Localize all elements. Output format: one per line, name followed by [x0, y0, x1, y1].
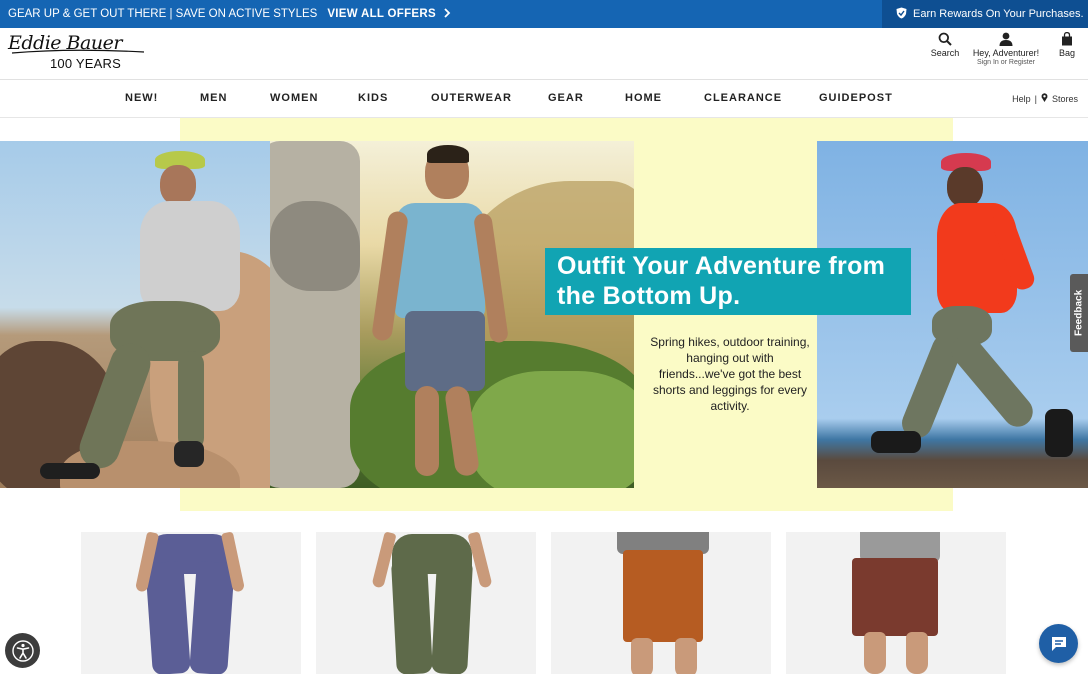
nav-item-home[interactable]: HOME — [625, 92, 662, 104]
feedback-tab[interactable]: Feedback — [1070, 274, 1088, 352]
promo-bar: GEAR UP & GET OUT THERE | SAVE ON ACTIVE… — [0, 0, 1088, 28]
product-grid — [0, 532, 1088, 674]
stores-link[interactable]: Stores — [1052, 94, 1078, 104]
hero-copy: Spring hikes, outdoor training, hanging … — [650, 335, 810, 413]
search-label: Search — [930, 48, 960, 58]
nav-item-new[interactable]: NEW! — [125, 92, 158, 104]
account-button[interactable]: Hey, Adventurer! Sign In or Register — [968, 32, 1044, 66]
promo-message: GEAR UP & GET OUT THERE | SAVE ON ACTIVE… — [8, 8, 318, 20]
chat-icon — [1051, 636, 1066, 651]
nav-item-gear[interactable]: GEAR — [548, 92, 584, 104]
logo-underline — [11, 49, 145, 54]
map-pin-icon — [1041, 93, 1048, 104]
hero-banner[interactable]: Outfit Your Adventure from the Bottom Up… — [0, 118, 1088, 514]
sign-in-register-link[interactable]: Sign In or Register — [968, 59, 1044, 66]
eddie-bauer-logo[interactable]: Eddie Bauer 100 YEARS — [8, 33, 148, 75]
bag-button[interactable]: Bag — [1054, 32, 1080, 58]
product-card-shorts-rust[interactable] — [551, 532, 771, 674]
chevron-right-icon — [442, 7, 452, 21]
account-label: Hey, Adventurer! — [972, 48, 1040, 58]
main-nav: NEW! MEN WOMEN KIDS OUTERWEAR GEAR HOME … — [0, 80, 1088, 118]
bag-label: Bag — [1058, 48, 1075, 58]
product-card-leggings-print[interactable] — [81, 532, 301, 674]
hero-photo-woman-on-rock — [0, 141, 270, 488]
product-card-shorts-print[interactable] — [786, 532, 1006, 674]
nav-item-outerwear[interactable]: OUTERWEAR — [431, 92, 512, 104]
rewards-link[interactable]: Earn Rewards On Your Purchases. — [882, 0, 1088, 28]
nav-item-clearance[interactable]: CLEARANCE — [704, 92, 782, 104]
hero-headline: Outfit Your Adventure from the Bottom Up… — [545, 248, 911, 315]
view-all-offers-link[interactable]: VIEW ALL OFFERS — [327, 8, 436, 20]
shield-icon — [896, 7, 907, 22]
nav-separator: | — [1034, 93, 1037, 104]
nav-item-women[interactable]: WOMEN — [270, 92, 318, 104]
chat-button[interactable] — [1039, 624, 1078, 663]
search-button[interactable]: Search — [929, 32, 961, 58]
rewards-text: Earn Rewards On Your Purchases. — [913, 8, 1084, 20]
accessibility-button[interactable] — [5, 633, 40, 668]
site-header: Eddie Bauer 100 YEARS Search Hey, Advent… — [0, 28, 1088, 80]
user-icon — [999, 32, 1013, 46]
promo-offers-link[interactable]: GEAR UP & GET OUT THERE | SAVE ON ACTIVE… — [8, 0, 452, 28]
accessibility-icon — [11, 639, 34, 662]
help-link[interactable]: Help — [1012, 94, 1031, 104]
product-card-leggings-olive[interactable] — [316, 532, 536, 674]
nav-utility-links: Help | Stores — [1012, 93, 1078, 104]
nav-item-kids[interactable]: KIDS — [358, 92, 388, 104]
nav-item-guidepost[interactable]: GUIDEPOST — [819, 92, 893, 104]
bag-icon — [1062, 32, 1072, 46]
search-icon — [938, 32, 952, 46]
logo-years: 100 YEARS — [50, 56, 121, 71]
nav-item-men[interactable]: MEN — [200, 92, 227, 104]
